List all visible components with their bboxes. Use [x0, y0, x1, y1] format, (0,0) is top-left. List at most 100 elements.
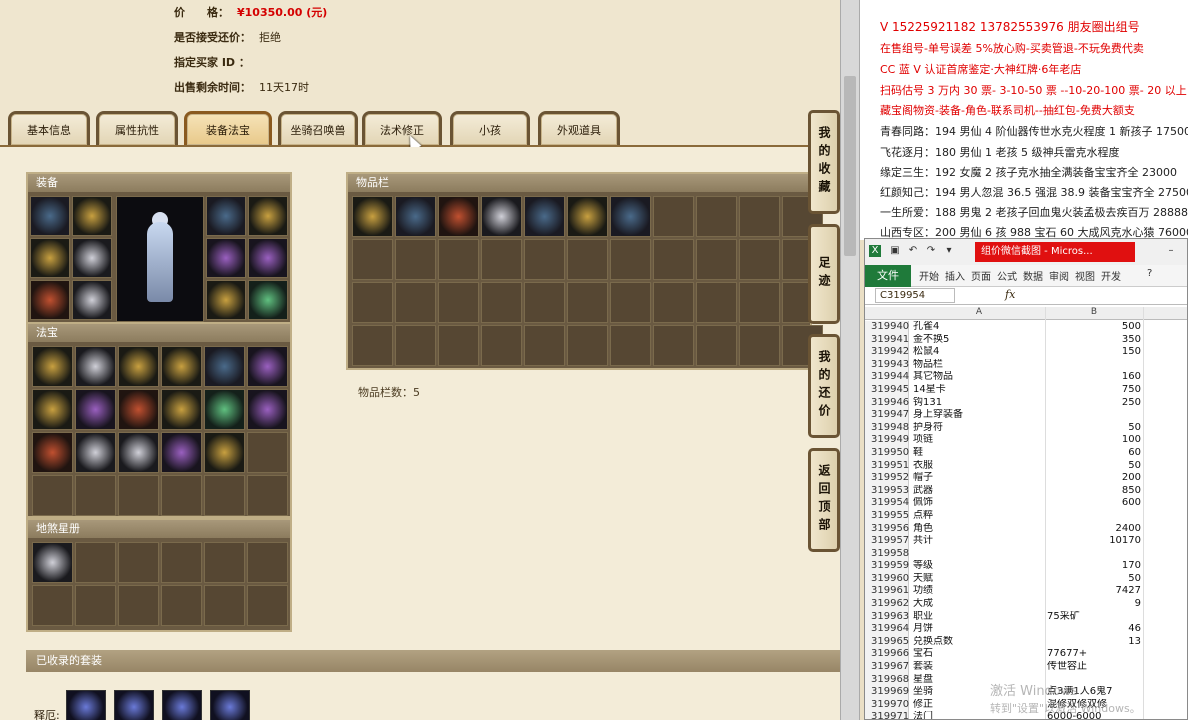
inventory-slot[interactable] [524, 239, 565, 280]
row-number[interactable]: 319971 [865, 711, 909, 719]
cell-a[interactable]: 角色 [913, 523, 1045, 536]
ribbon-tab-view[interactable]: 视图 [1075, 268, 1095, 283]
cell-a[interactable]: 身上穿装备 [913, 409, 1045, 422]
help-icon[interactable]: ? [1147, 268, 1152, 279]
equipment-slot[interactable] [72, 280, 112, 320]
cell-b[interactable]: 100 [1047, 434, 1141, 447]
equipment-slot[interactable] [72, 238, 112, 278]
fabao-slot[interactable] [118, 389, 159, 430]
table-row[interactable]: 319949 项链 100 [865, 434, 1187, 447]
table-row[interactable]: 319959 等级 170 [865, 560, 1187, 573]
fabao-slot[interactable] [161, 389, 202, 430]
file-tab[interactable]: 文件 [865, 265, 911, 287]
table-row[interactable]: 319963 职业 75采矿 [865, 610, 1187, 624]
cell-b[interactable]: 600 [1047, 497, 1141, 510]
cell-b[interactable]: 10170 [1047, 535, 1141, 548]
inventory-slot[interactable] [395, 239, 436, 280]
table-row[interactable]: 319945 14星卡 750 [865, 383, 1187, 397]
table-row[interactable]: 319961 功绩 7427 [865, 585, 1187, 599]
cell-a[interactable]: 武器 [913, 485, 1045, 498]
inventory-slot[interactable] [567, 239, 608, 280]
inventory-slot[interactable] [696, 239, 737, 280]
cell-b[interactable]: 250 [1047, 397, 1141, 410]
cell-b[interactable]: 50 [1047, 460, 1141, 473]
cell-a[interactable]: 套装 [913, 661, 1045, 674]
inventory-slot[interactable] [395, 325, 436, 366]
star-map-slot[interactable] [161, 585, 202, 626]
equipment-slot[interactable] [248, 280, 288, 320]
row-number[interactable]: 319950 [865, 446, 909, 460]
cell-a[interactable]: 点粹 [913, 510, 1045, 523]
row-number[interactable]: 319942 [865, 346, 909, 359]
row-number[interactable]: 319969 [865, 686, 909, 699]
table-row[interactable]: 319946 钩131 250 [865, 396, 1187, 410]
inventory-slot[interactable] [524, 325, 565, 366]
footprint-button[interactable]: 足迹 [808, 224, 840, 324]
table-row[interactable]: 319944 其它物品 160 [865, 371, 1187, 384]
fabao-slot[interactable] [118, 346, 159, 387]
inventory-slot[interactable] [610, 239, 651, 280]
table-row[interactable]: 319940 孔雀4 500 [865, 321, 1187, 334]
cell-b[interactable]: 160 [1047, 371, 1141, 384]
fabao-slot[interactable] [75, 389, 116, 430]
table-row[interactable]: 319950 鞋 60 [865, 446, 1187, 460]
table-row[interactable]: 319943 物品栏 [865, 358, 1187, 372]
inventory-slot[interactable] [653, 196, 694, 237]
star-map-slot[interactable] [161, 542, 202, 583]
suit-icon[interactable] [210, 690, 250, 720]
row-number[interactable]: 319949 [865, 434, 909, 447]
cell-b[interactable]: 850 [1047, 485, 1141, 498]
inventory-slot[interactable] [739, 239, 780, 280]
tab-appearance[interactable]: 外观道具 [538, 111, 620, 145]
inventory-slot[interactable] [524, 196, 565, 237]
cell-a[interactable]: 宝石 [913, 648, 1045, 661]
tab-equipment-fabao[interactable]: 装备法宝 [184, 111, 272, 145]
inventory-slot[interactable] [739, 325, 780, 366]
table-row[interactable]: 319947 身上穿装备 [865, 409, 1187, 422]
cell-a[interactable]: 物品栏 [913, 359, 1045, 372]
my-favorites-button[interactable]: 我的收藏 [808, 110, 840, 214]
row-number[interactable]: 319970 [865, 698, 909, 712]
row-number[interactable]: 319958 [865, 547, 909, 561]
cell-b[interactable]: 150 [1047, 346, 1141, 359]
fabao-slot[interactable] [161, 475, 202, 516]
row-number[interactable]: 319966 [865, 648, 909, 662]
cell-b[interactable]: 75采矿 [1047, 611, 1141, 624]
star-map-slot[interactable] [32, 585, 73, 626]
cell-b[interactable]: 170 [1047, 560, 1141, 573]
table-row[interactable]: 319964 月饼 46 [865, 623, 1187, 636]
ribbon-tab-review[interactable]: 审阅 [1049, 268, 1069, 283]
table-row[interactable]: 319952 帽子 200 [865, 472, 1187, 485]
inventory-slot[interactable] [567, 282, 608, 323]
back-to-top-button[interactable]: 返回顶部 [808, 448, 840, 552]
inventory-slot[interactable] [653, 239, 694, 280]
row-number[interactable]: 319968 [865, 673, 909, 687]
row-number[interactable]: 319960 [865, 572, 909, 586]
cell-b[interactable]: 50 [1047, 422, 1141, 435]
cell-b[interactable]: 350 [1047, 334, 1141, 347]
fabao-slot[interactable] [161, 432, 202, 473]
name-box[interactable]: C319954 [875, 288, 955, 303]
inventory-slot[interactable] [438, 239, 479, 280]
cell-a[interactable]: 其它物品 [913, 371, 1045, 384]
inventory-slot[interactable] [739, 196, 780, 237]
inventory-slot[interactable] [696, 196, 737, 237]
fabao-slot[interactable] [32, 346, 73, 387]
fabao-slot[interactable] [204, 475, 245, 516]
fabao-slot[interactable] [118, 475, 159, 516]
save-icon[interactable]: ▣ [889, 245, 901, 257]
cell-b[interactable]: 7427 [1047, 585, 1141, 598]
cell-a[interactable]: 衣服 [913, 460, 1045, 473]
cell-a[interactable]: 松鼠4 [913, 346, 1045, 359]
cell-b[interactable]: 13 [1047, 636, 1141, 649]
cell-a[interactable]: 鞋 [913, 447, 1045, 460]
row-number[interactable]: 319967 [865, 661, 909, 674]
row-number[interactable]: 319943 [865, 358, 909, 372]
fabao-slot[interactable] [247, 346, 288, 387]
cell-a[interactable]: 功绩 [913, 585, 1045, 598]
fabao-slot[interactable] [247, 432, 288, 473]
inventory-slot[interactable] [438, 325, 479, 366]
table-row[interactable]: 319942 松鼠4 150 [865, 346, 1187, 359]
inventory-slot[interactable] [610, 325, 651, 366]
tab-spell-correction[interactable]: 法术修正 [362, 111, 442, 145]
